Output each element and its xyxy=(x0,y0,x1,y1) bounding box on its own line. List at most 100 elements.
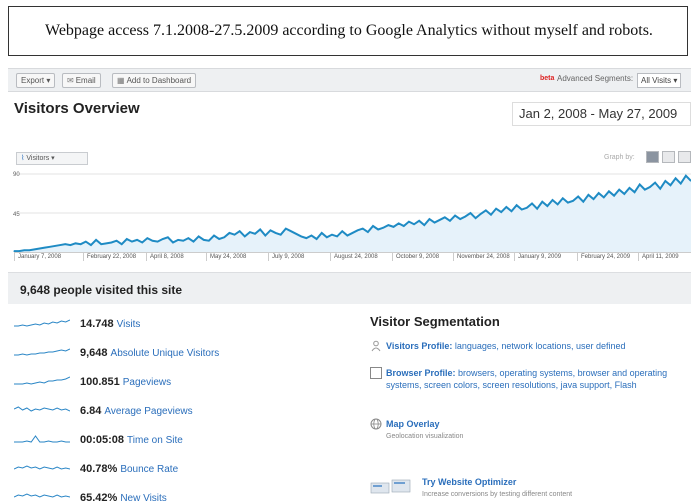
data-point xyxy=(592,198,595,200)
data-point xyxy=(362,228,364,230)
line-chart-icon: ⌇ xyxy=(21,155,25,162)
data-point xyxy=(49,246,51,248)
data-point xyxy=(187,237,189,239)
data-point xyxy=(582,201,584,203)
dashboard-label: Add to Dashboard xyxy=(126,76,192,85)
data-point xyxy=(551,199,554,201)
data-point xyxy=(659,188,661,190)
map-overlay-link[interactable]: Map Overlay xyxy=(386,419,440,429)
data-point xyxy=(500,211,502,213)
data-point xyxy=(203,239,205,241)
data-point xyxy=(162,238,164,240)
advanced-segments-label: Advanced Segments: xyxy=(557,74,634,83)
x-tick-label: May 24, 2008 xyxy=(206,253,246,261)
graph-by-month-button[interactable] xyxy=(678,151,691,163)
metric-label-link[interactable]: Absolute Unique Visitors xyxy=(111,348,220,359)
email-button[interactable]: ✉ Email xyxy=(62,73,101,88)
data-point xyxy=(100,243,102,245)
data-point xyxy=(454,215,456,217)
metric-value: 6.84 Average Pageviews xyxy=(80,405,193,417)
metric-tab-label: Visitors xyxy=(26,155,50,162)
data-point xyxy=(223,236,225,238)
dashboard-icon: ▦ xyxy=(117,76,125,85)
data-point xyxy=(157,241,159,243)
data-point xyxy=(59,244,61,246)
data-point xyxy=(474,217,477,219)
data-point xyxy=(567,202,569,204)
metric-value: 14.748 Visits xyxy=(80,318,141,330)
data-point xyxy=(367,231,369,233)
data-point xyxy=(633,191,636,193)
metric-label-link[interactable]: New Visits xyxy=(120,493,167,504)
y-tick-label: 45 xyxy=(13,212,20,218)
segments-select[interactable]: All Visits ▾ xyxy=(637,73,682,88)
metric-label-link[interactable]: Bounce Rate xyxy=(120,464,178,475)
data-point xyxy=(669,184,672,186)
data-point xyxy=(510,210,513,212)
graph-by-week-button[interactable] xyxy=(662,151,675,163)
sparkline-path xyxy=(14,465,70,470)
metric-row: 14.748 Visits xyxy=(14,316,344,336)
add-to-dashboard-button[interactable]: ▦ Add to Dashboard xyxy=(112,73,197,88)
metric-label-link[interactable]: Average Pageviews xyxy=(104,406,192,417)
data-point xyxy=(151,240,154,242)
sparkline-icon xyxy=(14,319,70,327)
data-point xyxy=(208,240,210,242)
data-point xyxy=(33,248,36,250)
x-tick-label: January 7, 2008 xyxy=(14,253,61,261)
data-point xyxy=(85,241,87,243)
metric-row: 100.851 Pageviews xyxy=(14,374,344,394)
metric-select-tab[interactable]: ⌇ Visitors ▾ xyxy=(16,152,88,165)
website-optimizer-link[interactable]: Try Website Optimizer xyxy=(422,477,516,487)
data-point xyxy=(377,228,379,231)
data-point xyxy=(274,232,277,234)
data-point xyxy=(603,196,605,198)
data-point xyxy=(536,208,538,210)
visitors-line-chart xyxy=(13,173,691,253)
data-point xyxy=(623,193,625,195)
metric-value: 00:05:08 Time on Site xyxy=(80,434,183,446)
data-point xyxy=(115,240,118,242)
metric-label-link[interactable]: Visits xyxy=(117,319,141,330)
data-point xyxy=(341,230,343,232)
metric-label-link[interactable]: Pageviews xyxy=(123,377,171,388)
data-point xyxy=(587,194,590,196)
sparkline-path xyxy=(14,319,70,327)
data-point xyxy=(167,236,169,238)
visitors-profile-heading: Visitors Profile: xyxy=(386,341,453,351)
data-point xyxy=(480,213,482,215)
graph-by-day-button[interactable] xyxy=(646,151,659,163)
data-point xyxy=(546,205,548,207)
data-point xyxy=(177,239,179,241)
figure-caption: Webpage access 7.1.2008-27.5.2009 accord… xyxy=(8,6,688,56)
data-point xyxy=(433,221,436,224)
data-point xyxy=(121,243,123,245)
map-overlay-subtitle: Geolocation visualization xyxy=(386,433,464,440)
date-range-picker[interactable]: Jan 2, 2008 - May 27, 2009 xyxy=(512,102,691,126)
beta-badge: beta xyxy=(540,75,555,82)
website-optimizer-subtitle: Increase conversions by testing differen… xyxy=(422,491,573,498)
data-point xyxy=(675,177,677,179)
data-point xyxy=(403,225,405,227)
data-point xyxy=(372,225,374,227)
data-point xyxy=(541,201,543,203)
sparkline-icon xyxy=(14,493,70,498)
data-point xyxy=(310,234,313,237)
data-point xyxy=(192,241,195,243)
metric-value: 40.78% Bounce Rate xyxy=(80,463,179,475)
summary-bar: 9,648 people visited this site xyxy=(8,272,691,304)
data-point xyxy=(557,203,559,205)
data-point xyxy=(485,209,487,211)
data-point xyxy=(608,190,610,192)
data-point xyxy=(172,241,174,244)
x-tick-label: April 11, 2009 xyxy=(638,253,679,261)
export-button[interactable]: Export ▾ xyxy=(16,73,56,88)
sparkline-icon xyxy=(14,465,70,470)
x-tick-label: August 24, 2008 xyxy=(330,253,378,261)
visitors-profile-links[interactable]: languages, network locations, user defin… xyxy=(455,341,626,351)
metric-label-link[interactable]: Time on Site xyxy=(127,435,183,446)
data-point xyxy=(136,239,138,241)
data-point xyxy=(315,238,318,240)
x-tick-label: February 24, 2009 xyxy=(577,253,630,261)
data-point xyxy=(644,189,646,191)
